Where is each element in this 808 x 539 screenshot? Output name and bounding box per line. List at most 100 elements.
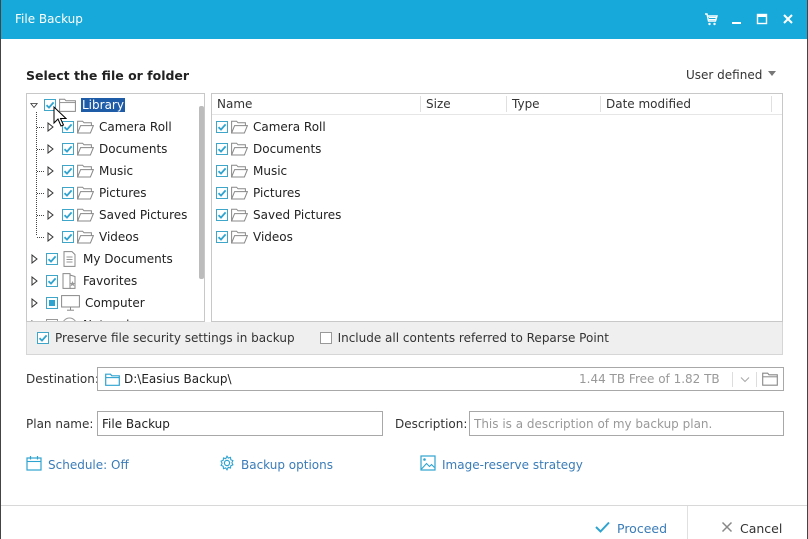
cancel-label: Cancel (740, 521, 783, 536)
file-list-row[interactable]: Documents (216, 138, 321, 160)
destination-label: Destination: (26, 372, 99, 386)
schedule-label: Schedule: Off (48, 457, 129, 472)
expand-arrow-icon[interactable] (46, 210, 54, 220)
preserve-security-checkbox[interactable] (37, 332, 49, 344)
tree-item-label: Camera Roll (99, 120, 172, 134)
cancel-button[interactable]: Cancel (721, 521, 782, 536)
file-backup-window: File Backup Select the file or folder Us… (0, 0, 808, 539)
tree-item[interactable]: My Documents (30, 248, 173, 270)
section-title: Select the file or folder (26, 68, 190, 83)
column-divider[interactable] (506, 96, 507, 112)
file-name: Music (253, 164, 288, 178)
reparse-point-checkbox[interactable] (319, 332, 332, 344)
tree-item[interactable]: Saved Pictures (46, 204, 187, 226)
file-row-checkbox[interactable] (216, 231, 228, 243)
file-row-checkbox[interactable] (216, 143, 228, 155)
tree-item-label: Documents (99, 142, 168, 156)
file-list-row[interactable]: Videos (216, 226, 293, 248)
destination-free-space: 1.44 TB Free of 1.82 TB (579, 372, 720, 386)
tree-item-checkbox[interactable] (46, 297, 58, 309)
folder-open-icon (231, 164, 248, 178)
tree-item-checkbox[interactable] (62, 231, 74, 243)
file-list-row[interactable]: Pictures (216, 182, 301, 204)
browse-folder-icon[interactable] (762, 372, 778, 389)
image-reserve-label: Image-reserve strategy (442, 457, 583, 472)
tree-guide-line (37, 171, 44, 172)
file-row-checkbox[interactable] (216, 121, 228, 133)
tree-item[interactable]: Library (30, 94, 125, 116)
maximize-icon[interactable] (753, 10, 771, 28)
tree-scrollbar[interactable] (199, 106, 204, 279)
plan-name-label: Plan name: (26, 417, 94, 431)
tree-item-checkbox[interactable] (62, 165, 74, 177)
close-icon[interactable] (779, 10, 797, 28)
tree-item-checkbox[interactable] (62, 209, 74, 221)
column-header-name[interactable]: Name (217, 97, 252, 112)
cart-icon[interactable] (702, 10, 720, 28)
folder-open-icon (77, 230, 94, 244)
column-divider[interactable] (600, 96, 601, 112)
plan-name-input[interactable] (97, 411, 383, 436)
tree-item-label: Favorites (83, 274, 138, 288)
preserve-security-label: Preserve file security settings in backu… (55, 331, 295, 345)
tree-item[interactable]: Favorites (30, 270, 137, 292)
tree-item-label: My Documents (83, 252, 173, 266)
divider (732, 372, 733, 387)
tree-item[interactable]: Network (30, 314, 133, 321)
file-row-checkbox[interactable] (216, 187, 228, 199)
file-name: Camera Roll (253, 120, 326, 134)
image-reserve-link[interactable]: Image-reserve strategy (420, 455, 583, 474)
reparse-point-option[interactable]: Include all contents referred to Reparse… (319, 331, 609, 345)
column-divider[interactable] (420, 96, 421, 112)
expand-arrow-icon[interactable] (46, 166, 54, 176)
expand-arrow-icon[interactable] (46, 144, 54, 154)
tree-item-checkbox[interactable] (62, 187, 74, 199)
chevron-down-icon (768, 71, 777, 76)
expand-arrow-icon[interactable] (46, 232, 54, 242)
tree-item-checkbox[interactable] (46, 275, 58, 287)
file-row-checkbox[interactable] (216, 165, 228, 177)
tree-item-label: Pictures (99, 186, 147, 200)
column-header-date-modified[interactable]: Date modified (606, 97, 691, 112)
chevron-down-icon[interactable] (739, 372, 751, 389)
destination-path: D:\Easius Backup\ (124, 372, 232, 386)
tree-item-label: Music (99, 164, 134, 178)
tree-item-label: Videos (99, 230, 139, 244)
folder-open-icon (231, 186, 248, 200)
proceed-button[interactable]: Proceed (595, 521, 667, 536)
description-input[interactable] (469, 411, 784, 436)
window-title: File Backup (15, 12, 83, 26)
column-header-size[interactable]: Size (426, 97, 451, 112)
file-name: Saved Pictures (253, 208, 342, 222)
schedule-link[interactable]: Schedule: Off (26, 455, 129, 474)
column-divider[interactable] (771, 96, 772, 112)
tree-item[interactable]: Music (46, 160, 133, 182)
expand-arrow-icon[interactable] (30, 298, 38, 308)
preserve-security-option[interactable]: Preserve file security settings in backu… (37, 331, 295, 345)
document-icon (61, 251, 78, 267)
tree-item-checkbox[interactable] (46, 253, 58, 265)
backup-options-link[interactable]: Backup options (219, 455, 333, 474)
favorites-icon (61, 273, 78, 289)
user-defined-dropdown[interactable]: User defined (686, 68, 777, 82)
tree-item[interactable]: Documents (46, 138, 167, 160)
file-row-checkbox[interactable] (216, 209, 228, 221)
file-list-row[interactable]: Saved Pictures (216, 204, 341, 226)
expand-arrow-icon[interactable] (30, 276, 38, 286)
divider (756, 372, 757, 387)
minimize-icon[interactable] (728, 10, 746, 28)
file-list[interactable]: Name Size Type Date modified Camera Roll… (211, 93, 783, 322)
tree-item-checkbox[interactable] (62, 143, 74, 155)
tree-item[interactable]: Pictures (46, 182, 147, 204)
file-list-row[interactable]: Camera Roll (216, 116, 326, 138)
column-header-type[interactable]: Type (512, 97, 540, 112)
close-icon (721, 521, 733, 536)
expand-arrow-icon[interactable] (30, 254, 38, 264)
destination-field[interactable]: D:\Easius Backup\ 1.44 TB Free of 1.82 T… (97, 367, 784, 391)
expand-arrow-icon[interactable] (46, 188, 54, 198)
tree-item[interactable]: Computer (30, 292, 145, 314)
tree-item[interactable]: Videos (46, 226, 139, 248)
tree-guide-line (37, 193, 44, 194)
file-list-row[interactable]: Music (216, 160, 287, 182)
collapse-arrow-icon[interactable] (30, 100, 38, 110)
